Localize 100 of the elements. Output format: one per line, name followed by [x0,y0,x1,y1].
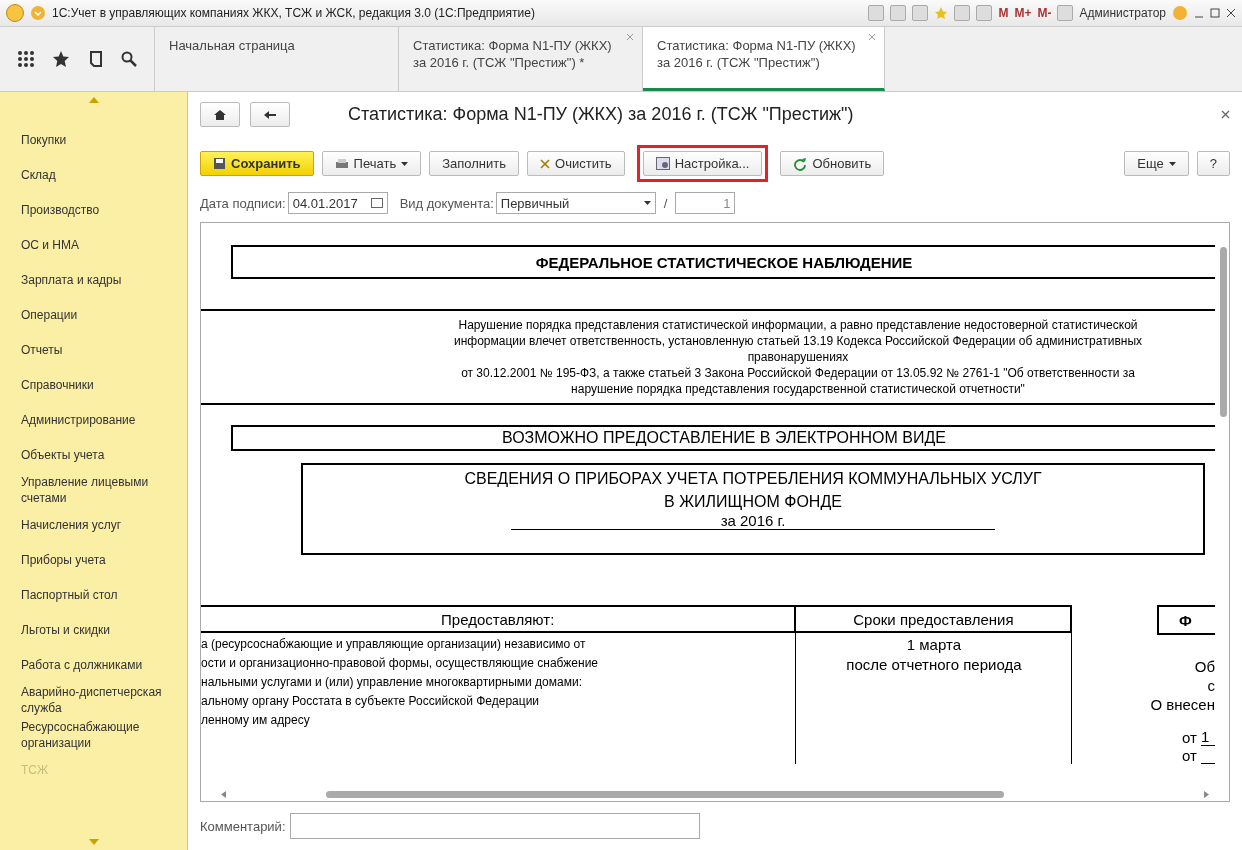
refresh-icon [793,156,808,171]
sidebar-item[interactable]: Зарплата и кадры [0,262,187,297]
star-icon[interactable] [934,6,949,20]
cut-text: от [1182,746,1197,764]
arrow-left-icon [263,109,277,120]
memory-button[interactable]: M+ [1014,6,1032,20]
home-icon [213,108,227,121]
memory-button[interactable]: M- [1037,6,1052,20]
sidebar-item[interactable]: Ресурсоснабжающие организации [0,717,187,752]
sidebar-item[interactable]: Объекты учета [0,437,187,472]
caret-icon [1168,161,1176,166]
more-button[interactable]: Еще [1124,151,1189,176]
table-cell-text: нальными услугами и (или) управление многоквартирными домами: [201,674,582,691]
printer-icon [334,157,349,170]
floppy-icon [213,157,226,170]
sidebar-item[interactable]: Покупки [0,122,187,157]
comment-field[interactable] [289,813,700,839]
tab[interactable]: Статистика: Форма N1-ПУ (ЖКХ) за 2016 г. (ТСЖ "Престиж") [643,27,885,91]
scroll-thumb[interactable] [1220,247,1227,417]
toolbar-icon[interactable] [912,5,929,21]
sidebar-item[interactable]: Аварийно-диспетчерская служба [0,682,187,717]
cut-text: О внесен [1150,695,1215,714]
maximize-icon[interactable] [1210,8,1220,18]
table-cell-text: после отчетного периода [846,655,1022,675]
table-cell-text: а (ресурсоснабжающие и управляющие организации) независимо от [201,636,586,653]
toolbar-button[interactable]: Сохранить [200,151,314,176]
cut-text: от [1182,728,1197,746]
grid-menu-icon[interactable] [16,50,35,68]
history-icon[interactable] [87,50,104,68]
report-title-text: за 2016 г. [510,513,996,530]
cut-text: с [1207,676,1215,695]
table-cell-text: 1 марта [906,635,961,655]
sidebar-item[interactable]: Начисления услуг [0,507,187,542]
toolbar-button[interactable]: Обновить [780,151,885,176]
close-icon[interactable] [1221,110,1230,119]
window-title: 1С:Учет в управляющих компаниях ЖКХ, ТСЖ и ЖСК, редакция 3.0 (1С:Предприятие) [52,6,536,20]
date-field[interactable]: 04.01.2017 [287,192,388,214]
warning-text: информации влечет ответственность, установленную статьей 13.19 Кодекса Российской Федерации об административных [453,333,1143,349]
sidebar-item[interactable]: Склад [0,157,187,192]
form-title: Статистика: Форма N1-ПУ (ЖКХ) за 2016 г. (ТСЖ "Престиж") [348,104,855,125]
star-icon[interactable] [52,50,71,68]
user-name[interactable]: Администратор [1079,6,1166,20]
sidebar-item[interactable]: Паспортный стол [0,577,187,612]
scroll-thumb[interactable] [326,790,1004,798]
home-button[interactable] [200,102,240,127]
section-header: ФЕДЕРАЛЬНОЕ СТАТИСТИЧЕСКОЕ НАБЛЮДЕНИЕ [231,245,1215,279]
warning-text: от 30.12.2001 № 195-ФЗ, а также статьей 3 Закона Российской Федерации от 13.05.92 № 2761-1 "Об ответственности за [461,365,1135,381]
memory-button[interactable]: M [998,6,1009,20]
sidebar-item[interactable]: Отчеты [0,332,187,367]
panel-icon[interactable] [1057,5,1074,21]
toolbar-button[interactable]: Очистить [527,151,625,176]
warning-text: нарушение порядка представления государственной статистической отчетности" [571,381,1025,397]
sidebar-item[interactable]: Справочники [0,367,187,402]
section-header: ВОЗМОЖНО ПРЕДОСТАВЛЕНИЕ В ЭЛЕКТРОННОМ ВИДЕ [231,425,1215,451]
sidebar-item[interactable]: ОС и НМА [0,227,187,262]
table-cell-text: альному органу Росстата в субъекте Российской Федерации [201,693,540,710]
toolbar-button[interactable]: Настройка... [642,151,763,176]
help-button[interactable]: ? [1196,151,1230,176]
cut-text: Об [1194,657,1215,676]
app-logo-icon [6,4,24,22]
separator-text: / [663,195,668,211]
report-title-text: СВЕДЕНИЯ О ПРИБОРАХ УЧЕТА ПОТРЕБЛЕНИЯ КОММУНАЛЬНЫХ УСЛУГ [464,469,1042,489]
table-cell-text: ленному им адресу [201,712,310,729]
toolbar-icon[interactable] [890,5,907,21]
doc-type-select[interactable]: Первичный [495,192,656,214]
sidebar-item[interactable]: Производство [0,192,187,227]
sidebar-item[interactable]: Операции [0,297,187,332]
report-title-text: В ЖИЛИЩНОМ ФОНДЕ [664,492,842,512]
info-icon[interactable] [1172,5,1188,21]
warning-text: Нарушение порядка представления статистической информации, а равно представление недостоверной статистической [458,317,1138,333]
field-label: Дата подписи: [200,195,286,211]
scroll-right-icon[interactable] [1204,790,1209,798]
scroll-left-icon[interactable] [221,790,226,798]
menu-circle-icon[interactable] [30,5,46,21]
back-button[interactable] [250,102,290,127]
toolbar-button[interactable]: Заполнить [429,151,520,176]
search-icon[interactable] [121,51,138,67]
calendar-icon[interactable] [370,198,383,208]
table-header: Предоставляют: [201,605,797,633]
field-label: Вид документа: [399,195,494,211]
sidebar-item[interactable]: Работа с должниками [0,647,187,682]
field-label: Комментарий: [200,818,286,834]
sidebar-item[interactable]: Управление лицевыми счетами [0,472,187,507]
sidebar-item[interactable]: Администрирование [0,402,187,437]
warning-text: правонарушениях [747,349,849,365]
cross-icon [540,158,551,169]
calculator-icon[interactable] [954,5,971,21]
sidebar-item[interactable]: Приборы учета [0,542,187,577]
table-header: Ф [1157,605,1215,635]
toolbar-icon[interactable] [868,5,885,21]
sidebar-item[interactable]: Льготы и скидки [0,612,187,647]
table-header: Сроки предоставления [796,605,1073,633]
fill-in-line: 1 [1201,728,1215,746]
toolbar-button[interactable]: Печать [321,151,422,176]
gear-table-icon [655,157,670,170]
number-field[interactable]: 1 [675,192,736,214]
caret-icon [401,161,409,166]
caret-icon[interactable] [643,201,651,205]
close-icon[interactable] [1226,8,1236,18]
table-cell-text: ости и организационно-правовой формы, осуществляющие снабжение [201,655,599,672]
